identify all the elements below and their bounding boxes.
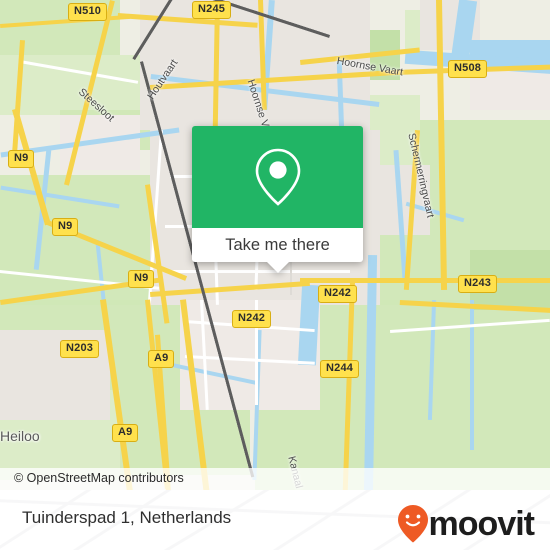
map-page: Steesloot Houtvaart Hoornse Vaart Hoornse V…	[0, 0, 550, 550]
footer-bar: Tuinderspad 1, Netherlands moovit	[0, 490, 550, 550]
address-title: Tuinderspad 1, Netherlands	[22, 508, 232, 527]
popup-icon-panel	[192, 126, 363, 228]
map-green-area	[0, 55, 160, 115]
road-shield: N9	[8, 150, 35, 168]
take-me-there-label: Take me there	[225, 235, 330, 254]
map-canvas[interactable]: Steesloot Houtvaart Hoornse Vaart Hoornse V…	[0, 0, 550, 495]
take-me-there-button[interactable]: Take me there	[192, 228, 363, 262]
road-shield: N242	[318, 285, 358, 303]
road-shield: N245	[192, 1, 232, 19]
osm-attribution-text: © OpenStreetMap contributors	[14, 471, 184, 485]
road-shield: A9	[112, 424, 139, 442]
road-shield: N510	[68, 3, 108, 21]
map-road-major	[300, 278, 550, 283]
road-shield: N508	[448, 60, 488, 78]
road-shield: A9	[148, 350, 175, 368]
road-shield: N203	[60, 340, 100, 358]
moovit-brand[interactable]: moovit	[397, 504, 535, 544]
road-shield: N242	[232, 310, 272, 328]
place-label: Heiloo	[0, 428, 40, 444]
road-shield: N244	[320, 360, 360, 378]
road-shield: N9	[128, 270, 155, 288]
moovit-wordmark: moovit	[428, 505, 535, 543]
map-water	[470, 300, 474, 450]
location-popup-card[interactable]: Take me there	[192, 126, 363, 273]
moovit-smiley-pin-icon	[397, 505, 428, 543]
road-shield: N9	[52, 218, 79, 236]
popup-pointer-tail	[266, 262, 289, 273]
map-pin-icon	[255, 148, 300, 206]
map-attribution-bar: © OpenStreetMap contributors	[0, 468, 550, 490]
road-shield: N243	[458, 275, 498, 293]
